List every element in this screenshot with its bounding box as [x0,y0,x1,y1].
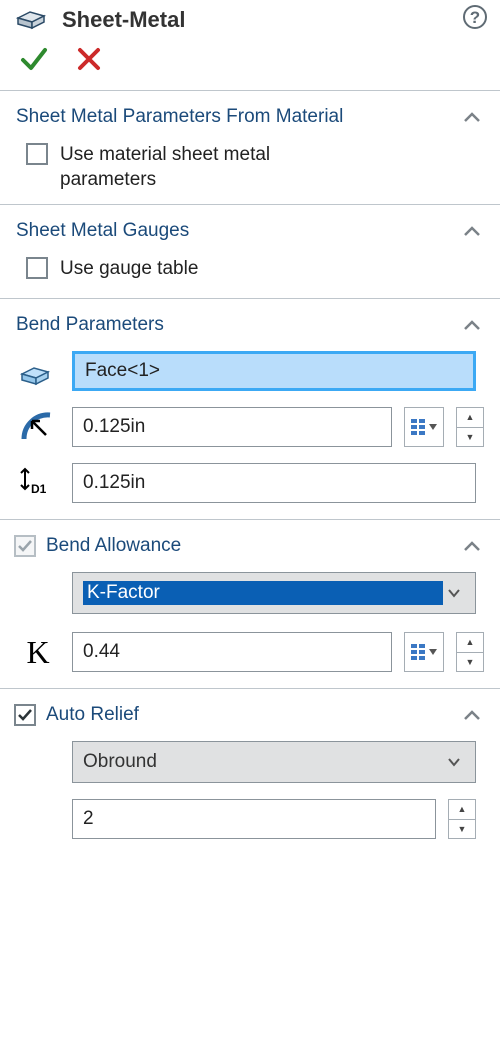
bend-radius-row: 0.125in ▲ ▼ [0,403,500,451]
use-material-checkbox[interactable] [26,143,48,165]
svg-text:?: ? [470,8,480,27]
spin-up-icon[interactable]: ▲ [449,800,475,820]
section-from-material[interactable]: Sheet Metal Parameters From Material [0,91,500,139]
ok-button[interactable] [20,45,48,78]
use-gauge-label: Use gauge table [60,257,198,282]
thickness-icon: D1 [16,463,60,503]
bend-radius-input[interactable]: 0.125in [72,407,392,447]
link-values-button[interactable] [404,632,444,672]
spin-up-icon[interactable]: ▲ [457,633,483,653]
use-material-row: Use material sheet metal parameters [0,139,500,204]
chevron-up-icon[interactable] [460,534,484,558]
relief-ratio-input[interactable]: 2 [72,799,436,839]
sheet-metal-panel: Sheet-Metal ? Sheet Metal Parameters Fro… [0,0,500,843]
chevron-up-icon[interactable] [460,105,484,129]
section-bend-parameters[interactable]: Bend Parameters [0,299,500,347]
spin-down-icon[interactable]: ▼ [457,653,483,672]
k-factor-icon: K [16,632,60,672]
k-factor-row: K 0.44 ▲ ▼ [0,628,500,676]
sheet-metal-icon [16,2,52,37]
chevron-up-icon[interactable] [460,219,484,243]
relief-ratio-row: 2 ▲ ▼ [0,795,500,843]
link-values-button[interactable] [404,407,444,447]
chevron-up-icon[interactable] [460,703,484,727]
face-selection-input[interactable]: Face<1> [72,351,476,391]
allowance-method-dropdown[interactable]: K-Factor [72,572,476,614]
section-auto-relief[interactable]: Auto Relief [0,689,500,737]
relief-ratio-spinner[interactable]: ▲ ▼ [448,799,476,839]
spin-up-icon[interactable]: ▲ [457,408,483,428]
thickness-input[interactable]: 0.125in [72,463,476,503]
use-gauge-checkbox[interactable] [26,257,48,279]
use-gauge-row: Use gauge table [0,253,500,298]
chevron-up-icon[interactable] [460,313,484,337]
relief-type-row: Obround [0,737,500,787]
panel-header: Sheet-Metal ? [0,0,500,39]
spin-down-icon[interactable]: ▼ [449,820,475,839]
relief-type-dropdown[interactable]: Obround [72,741,476,783]
bend-radius-spinner[interactable]: ▲ ▼ [456,407,484,447]
use-material-label: Use material sheet metal parameters [60,143,340,192]
section-bend-allowance[interactable]: Bend Allowance [0,520,500,568]
svg-text:D1: D1 [31,482,47,496]
action-bar [0,39,500,90]
allowance-method-row: K-Factor [0,568,500,618]
thickness-row: D1 0.125in [0,459,500,507]
help-icon[interactable]: ? [462,4,488,35]
chevron-down-icon [443,742,465,782]
chevron-down-icon [443,573,465,613]
auto-relief-checkbox[interactable] [14,704,36,726]
bend-radius-icon [16,407,60,447]
face-selection-row: Face<1> [0,347,500,395]
panel-title: Sheet-Metal [62,7,462,33]
face-select-icon [16,351,60,391]
cancel-button[interactable] [76,46,102,77]
section-gauges[interactable]: Sheet Metal Gauges [0,205,500,253]
bend-allowance-checkbox [14,535,36,557]
spin-down-icon[interactable]: ▼ [457,428,483,447]
k-factor-input[interactable]: 0.44 [72,632,392,672]
k-factor-spinner[interactable]: ▲ ▼ [456,632,484,672]
